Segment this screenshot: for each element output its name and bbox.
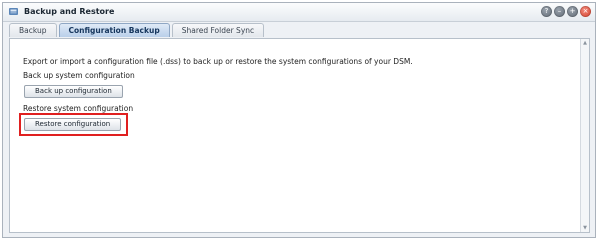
vertical-scrollbar[interactable]: ▲ ▼ <box>580 39 589 232</box>
title-bar[interactable]: Backup and Restore ? – + × <box>3 3 595 22</box>
scroll-down-icon[interactable]: ▼ <box>581 224 589 232</box>
restore-section-label: Restore system configuration <box>23 104 134 113</box>
help-button[interactable]: ? <box>541 6 552 17</box>
window-controls: ? – + × <box>541 6 591 17</box>
scroll-up-icon[interactable]: ▲ <box>581 39 589 47</box>
backup-restore-icon <box>9 8 18 15</box>
tab-backup[interactable]: Backup <box>9 23 57 37</box>
backup-restore-window: Backup and Restore ? – + × Backup Config… <box>2 2 596 238</box>
configuration-backup-panel: Export or import a configuration file (.… <box>9 38 590 233</box>
tab-configuration-backup[interactable]: Configuration Backup <box>58 23 170 37</box>
close-button[interactable]: × <box>580 6 591 17</box>
backup-configuration-button[interactable]: Back up configuration <box>24 85 123 98</box>
minimize-icon: – <box>557 7 562 15</box>
maximize-button[interactable]: + <box>567 6 578 17</box>
close-icon: × <box>582 7 589 15</box>
maximize-icon: + <box>569 7 576 15</box>
tab-bar: Backup Configuration Backup Shared Folde… <box>9 23 265 38</box>
help-icon: ? <box>544 7 549 15</box>
restore-highlight-box <box>19 113 128 136</box>
window-title: Backup and Restore <box>24 7 115 16</box>
tab-shared-folder-sync[interactable]: Shared Folder Sync <box>171 23 265 37</box>
minimize-button[interactable]: – <box>554 6 565 17</box>
backup-section-label: Back up system configuration <box>23 71 135 80</box>
description-text: Export or import a configuration file (.… <box>23 57 413 66</box>
